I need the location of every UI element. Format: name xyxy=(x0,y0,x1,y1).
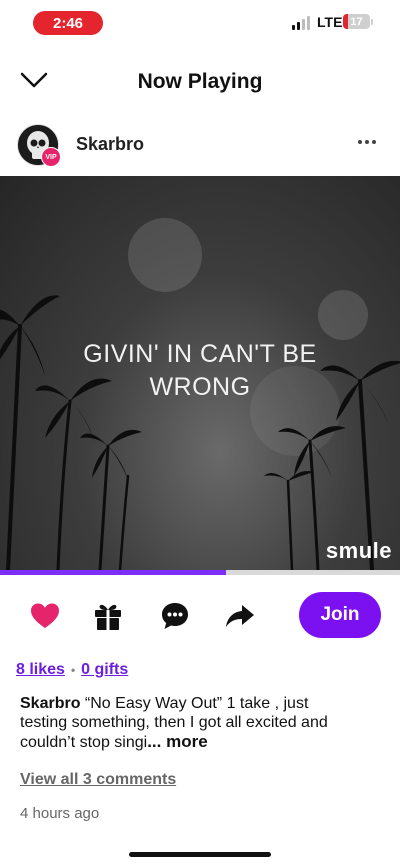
playback-progress-fill xyxy=(0,570,226,575)
home-indicator[interactable] xyxy=(129,852,271,857)
gift-icon[interactable] xyxy=(92,600,124,632)
header: Now Playing xyxy=(0,58,400,104)
vip-badge: VIP xyxy=(41,147,61,167)
gifts-link[interactable]: 0 gifts xyxy=(81,661,128,679)
signal-icon xyxy=(292,16,310,30)
page-title: Now Playing xyxy=(137,70,263,93)
status-time[interactable]: 2:46 xyxy=(33,11,103,35)
likes-link[interactable]: 8 likes xyxy=(16,661,65,679)
post-stats: 8 likes • 0 gifts xyxy=(16,661,128,679)
playback-progress-bar[interactable] xyxy=(0,570,400,575)
post-author-row: VIP Skarbro xyxy=(0,122,400,168)
view-comments-link[interactable]: View all 3 comments xyxy=(20,771,176,789)
battery-icon: 17 xyxy=(343,14,370,29)
comment-icon[interactable] xyxy=(159,600,191,632)
battery-tip xyxy=(371,19,373,25)
post-timestamp: 4 hours ago xyxy=(20,805,100,822)
lyric-text: GIVIN' IN CAN'T BE WRONG xyxy=(83,340,317,401)
network-label: LTE xyxy=(317,14,343,30)
battery-level: 17 xyxy=(350,15,363,28)
action-bar: Join xyxy=(0,592,400,640)
status-bar: 2:46 LTE 17 xyxy=(0,0,400,44)
username[interactable]: Skarbro xyxy=(76,134,144,155)
share-icon[interactable] xyxy=(224,600,256,632)
more-link[interactable]: ... more xyxy=(147,732,207,751)
more-options-icon[interactable] xyxy=(358,140,376,144)
smule-watermark: smule xyxy=(325,538,392,563)
caption-username[interactable]: Skarbro xyxy=(20,695,80,712)
heart-icon[interactable] xyxy=(29,600,61,632)
media-player[interactable]: GIVIN' IN CAN'T BE WRONG smule xyxy=(0,176,400,570)
stats-separator: • xyxy=(70,663,76,677)
join-button[interactable]: Join xyxy=(299,592,381,638)
post-caption: Skarbro “No Easy Way Out” 1 take , just … xyxy=(20,694,350,752)
